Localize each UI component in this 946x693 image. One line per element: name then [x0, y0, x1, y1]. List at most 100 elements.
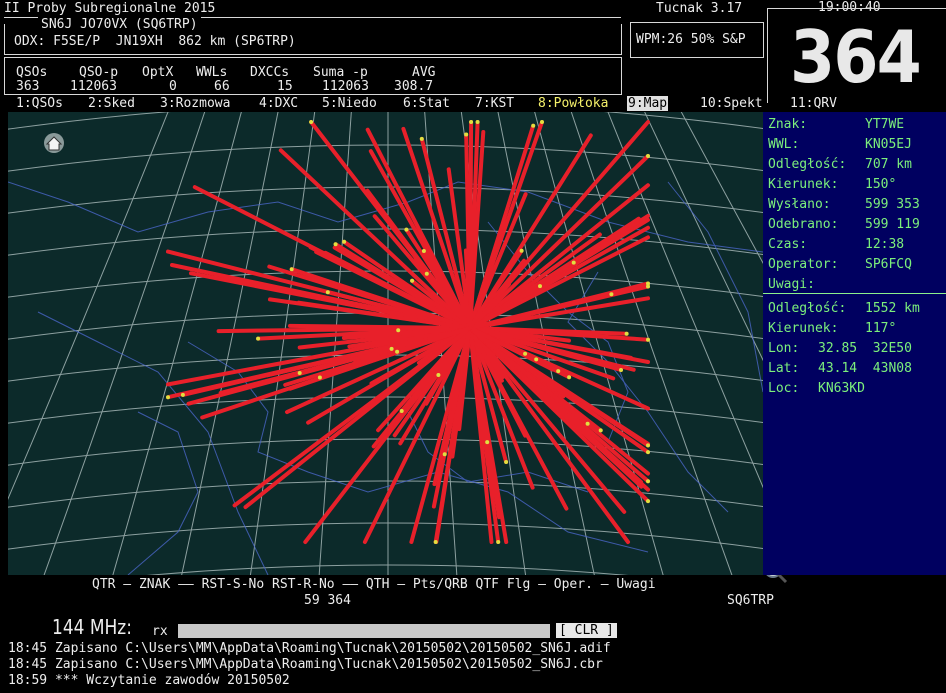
stats-header-wwls: WWLs: [196, 65, 228, 80]
qso-line: [288, 323, 472, 330]
tab-spekt[interactable]: 10:Spekt: [700, 96, 763, 111]
qso-marker: [180, 392, 185, 397]
map-meridian: [247, 101, 317, 593]
map-parallel: [0, 144, 789, 175]
tab-sked[interactable]: 2:Sked: [88, 96, 135, 111]
qso-marker: [534, 357, 539, 362]
info-received: 599 119: [865, 217, 920, 232]
qso-marker: [404, 227, 409, 232]
qso-marker: [619, 368, 623, 372]
map-meridian: [675, 101, 946, 590]
contest-title: II Proby Subregionalne 2015: [4, 1, 216, 16]
map-parallel: [0, 480, 789, 511]
stats-value-wwls: 66: [214, 79, 230, 94]
stats-header-qsop: QSO-p: [79, 65, 119, 80]
qso-marker: [317, 375, 322, 380]
stats-value-qsos: 363: [16, 79, 40, 94]
info-operator: SP6FCQ: [865, 257, 912, 272]
stats-value-qsop: 112063: [70, 79, 117, 94]
qso-marker: [646, 337, 650, 342]
odx-line: ODX: F5SE/P JN19XH 862 km (SP6TRP): [14, 34, 296, 49]
tab-map[interactable]: 9:Map: [627, 96, 669, 111]
callsign-input[interactable]: [178, 624, 550, 638]
qso-map-canvas: [0, 101, 946, 637]
log-line: 18:45 Zapisano C:\Users\MM\AppData\Roami…: [8, 641, 611, 656]
entry-operator: SQ6TRP: [727, 593, 774, 608]
qso-marker: [523, 351, 528, 356]
qso-marker: [342, 239, 347, 244]
qso-map[interactable]: [0, 101, 946, 637]
qso-marker: [646, 154, 650, 158]
stats-header-optx: OptX: [142, 65, 174, 80]
map-meridian: [567, 101, 739, 593]
qso-marker: [469, 120, 474, 124]
entry-rst-exchange: 59 364: [304, 593, 351, 608]
qso-marker: [309, 120, 314, 124]
qso-marker: [567, 375, 572, 380]
map-meridian: [0, 101, 173, 519]
stats-header-dxccs: DXCCs: [250, 65, 290, 80]
qso-marker: [256, 336, 261, 341]
map-meridian: [107, 101, 245, 593]
qso-marker: [609, 292, 614, 297]
qso-marker: [540, 120, 544, 124]
stats-value-dxccs: 15: [277, 79, 293, 94]
cursor-loc-label: Loc:: [768, 381, 800, 396]
station-call: SN6J JO70VX (SQ6TRP): [38, 17, 201, 32]
tab-qsos[interactable]: 1:QSOs: [16, 96, 63, 111]
cursor-lon-label: Lon:: [768, 341, 800, 356]
tab-niedo[interactable]: 5:Niedo: [322, 96, 377, 111]
qso-marker: [485, 440, 490, 445]
info-distance-label: Odległość:: [768, 157, 847, 172]
stats-header-qsos: QSOs: [16, 65, 48, 80]
qso-marker: [646, 281, 650, 286]
qso-marker: [424, 271, 429, 276]
qso-marker: [519, 248, 524, 253]
info-operator-label: Operator:: [768, 257, 839, 272]
cw-status: WPM:26 50% S&P: [636, 32, 746, 47]
tab-rozmowa[interactable]: 3:Rozmowa: [160, 96, 230, 111]
tab-dxc[interactable]: 4:DXC: [259, 96, 298, 111]
zoom-in-icon[interactable]: [730, 112, 788, 153]
qso-marker: [624, 331, 629, 336]
zoom-out-icon[interactable]: [730, 542, 788, 584]
tab-powloka[interactable]: 8:Powłoka: [538, 96, 608, 111]
tab-kst[interactable]: 7:KST: [475, 96, 514, 111]
qso-marker: [442, 452, 447, 457]
info-znak-label: Znak:: [768, 117, 808, 132]
stats-value-suma: 112063: [322, 79, 369, 94]
stats-header-avg: AVG: [412, 65, 436, 80]
info-wwl-label: WWL:: [768, 137, 800, 152]
log-line: 18:45 Zapisano C:\Users\MM\AppData\Roami…: [8, 657, 603, 672]
cursor-lat: 43.14 43N08: [818, 361, 912, 376]
qso-marker: [571, 260, 576, 265]
info-time-label: Czas:: [768, 237, 808, 252]
stats-value-optx: 0: [169, 79, 177, 94]
info-bearing-label: Kierunek:: [768, 177, 839, 192]
tab-stat[interactable]: 6:Stat: [403, 96, 450, 111]
qso-marker: [646, 443, 650, 448]
qso-marker: [436, 373, 441, 377]
qso-marker: [325, 290, 330, 295]
qso-counter-big: 364: [790, 15, 922, 99]
home-icon[interactable]: [10, 116, 65, 153]
info-remarks-label: Uwagi:: [768, 277, 815, 292]
map-meridian: [177, 101, 281, 593]
band-label: 144 MHz:: [52, 615, 132, 639]
cursor-bearing: 117°: [865, 321, 897, 336]
stats-value-avg: 308.7: [394, 79, 434, 94]
info-sent-label: Wysłano:: [768, 197, 831, 212]
qso-marker: [289, 267, 294, 272]
qso-marker: [598, 428, 603, 433]
qso-marker: [646, 479, 650, 484]
app-title: Tucnak 3.17: [656, 1, 743, 16]
qso-marker: [475, 120, 480, 124]
qso-marker: [399, 409, 404, 413]
clear-button[interactable]: [ CLR ]: [556, 623, 617, 638]
entry-column-headers: QTR — ZNAK —— RST-S-No RST-R-No —— QTH —…: [92, 577, 656, 592]
tab-qrv[interactable]: 11:QRV: [790, 96, 837, 111]
info-sent: 599 353: [865, 197, 920, 212]
qso-marker: [389, 346, 394, 351]
info-wwl: KN05EJ: [865, 137, 912, 152]
map-meridian: [603, 101, 809, 593]
